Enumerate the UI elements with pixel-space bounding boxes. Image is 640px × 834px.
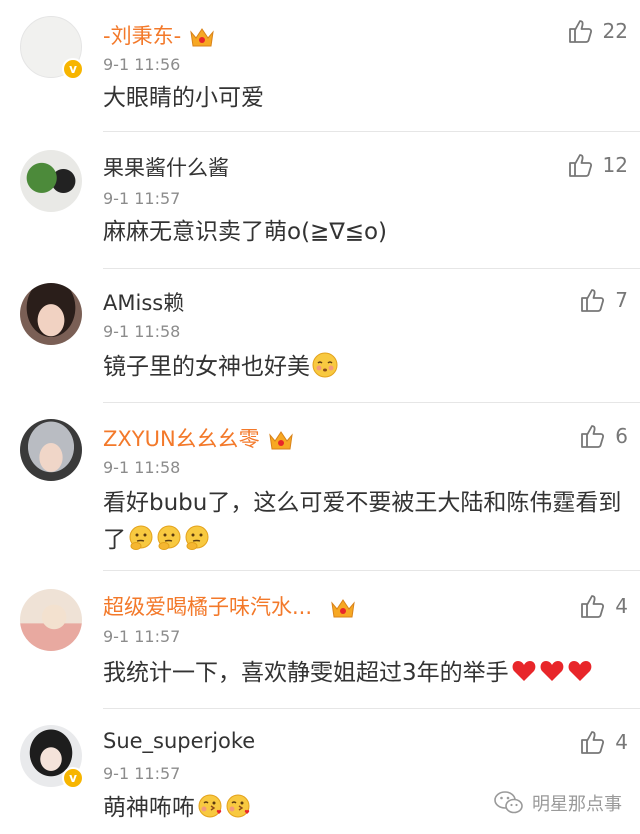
comment-item: ZXYUN幺幺幺零 9-1 11:58 看好bubu了，这么可爱不要被王大陆和陈…	[0, 403, 640, 571]
avatar[interactable]: v	[20, 16, 84, 80]
avatar[interactable]	[20, 283, 82, 345]
comment-username[interactable]: AMiss赖	[103, 287, 184, 317]
thumbs-up-icon	[581, 731, 605, 754]
like-button[interactable]: 12	[567, 152, 628, 178]
comment-time: 9-1 11:57	[103, 764, 181, 783]
avatar[interactable]	[20, 419, 82, 481]
vip-crown-icon	[268, 431, 293, 450]
like-button[interactable]: 4	[579, 729, 628, 755]
verified-badge-icon: v	[62, 767, 84, 789]
comment-item: AMiss赖 9-1 11:58 镜子里的女神也好美 7	[0, 269, 640, 403]
username-text[interactable]: 超级爱喝橘子味汽水...	[103, 595, 312, 619]
watermark: 明星那点事	[494, 790, 622, 816]
like-count: 12	[602, 153, 628, 177]
comment-time: 9-1 11:58	[103, 322, 181, 341]
username-text[interactable]: AMiss赖	[103, 291, 184, 315]
heart-emoji	[540, 661, 564, 681]
like-button[interactable]: 22	[567, 18, 628, 44]
comment-time: 9-1 11:56	[103, 55, 181, 74]
comment-username[interactable]: Sue_superjoke	[103, 729, 255, 753]
like-count: 4	[615, 594, 628, 618]
username-text[interactable]: -刘秉东-	[103, 24, 181, 48]
like-count: 6	[615, 424, 628, 448]
thumbs-up-icon	[581, 289, 605, 312]
kiss-face-emoji	[226, 794, 250, 818]
vip-crown-icon	[331, 599, 355, 618]
comment-text: 麻麻无意识卖了萌o(≧∇≦o)	[103, 219, 388, 245]
like-button[interactable]: 4	[579, 593, 628, 619]
username-text[interactable]: 果果酱什么酱	[103, 156, 229, 180]
comment-item: 果果酱什么酱 9-1 11:57 麻麻无意识卖了萌o(≧∇≦o) 12	[0, 132, 640, 269]
heart-emoji	[512, 661, 536, 681]
thinking-face-emoji	[185, 525, 209, 550]
shy-face-emoji	[312, 352, 338, 378]
comment-text: 看好bubu了，这么可爱不要被王大陆和陈伟霆看到了	[103, 490, 622, 553]
comment-username[interactable]: 超级爱喝橘子味汽水...	[103, 591, 356, 621]
watermark-text: 明星那点事	[532, 794, 622, 815]
thumbs-up-icon	[581, 425, 605, 448]
comment-username[interactable]: -刘秉东-	[103, 20, 215, 50]
like-button[interactable]: 7	[579, 287, 628, 313]
avatar[interactable]	[20, 150, 82, 212]
username-text[interactable]: ZXYUN幺幺幺零	[103, 427, 260, 451]
comment-text: 镜子里的女神也好美	[103, 349, 633, 386]
thumbs-up-icon	[581, 595, 605, 618]
comment-list: v -刘秉东- 9-1 11:56 大眼睛的小可爱 22 果果酱什么酱 9-1 …	[0, 0, 640, 834]
comment-username[interactable]: 果果酱什么酱	[103, 152, 229, 182]
thumbs-up-icon	[568, 20, 592, 43]
like-count: 4	[615, 730, 628, 754]
verified-badge-icon: v	[62, 58, 84, 80]
like-count: 7	[615, 288, 628, 312]
comment-username[interactable]: ZXYUN幺幺幺零	[103, 423, 294, 453]
comment-text: 我统计一下，喜欢静雯姐超过3年的举手	[103, 655, 633, 692]
comment-item: v -刘秉东- 9-1 11:56 大眼睛的小可爱 22	[0, 0, 640, 132]
comment-time: 9-1 11:58	[103, 458, 181, 477]
thinking-face-emoji	[129, 525, 153, 550]
kiss-face-emoji	[198, 794, 222, 818]
thumbs-up-icon	[568, 154, 592, 177]
comment-text: 大眼睛的小可爱	[103, 85, 264, 111]
thinking-face-emoji	[157, 525, 181, 550]
wechat-logo-icon	[494, 791, 523, 814]
heart-emoji	[568, 661, 592, 681]
vip-crown-icon	[190, 28, 214, 47]
comment-time: 9-1 11:57	[103, 627, 181, 646]
comment-time: 9-1 11:57	[103, 189, 181, 208]
username-text[interactable]: Sue_superjoke	[103, 729, 255, 753]
avatar[interactable]: v	[20, 725, 84, 789]
comment-item: 超级爱喝橘子味汽水... 9-1 11:57 我统计一下，喜欢静雯姐超过3年的举…	[0, 571, 640, 709]
like-button[interactable]: 6	[579, 423, 628, 449]
avatar[interactable]	[20, 589, 82, 651]
like-count: 22	[602, 19, 628, 43]
